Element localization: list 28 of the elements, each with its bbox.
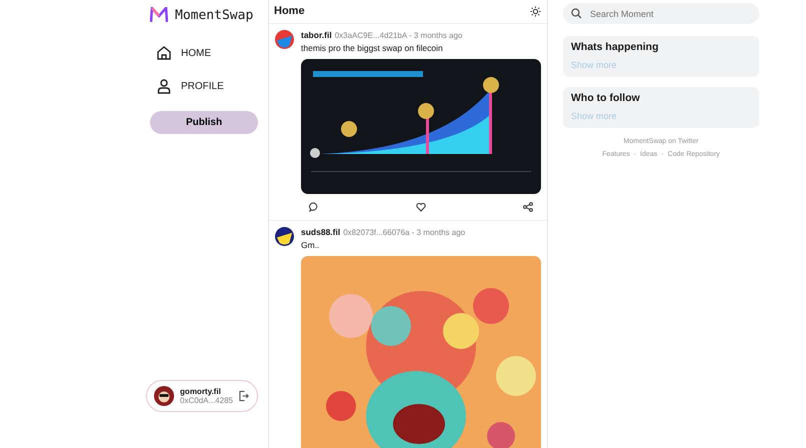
post-text: Gm.. <box>301 240 320 250</box>
comment-icon[interactable] <box>309 202 319 212</box>
post-text: themis pro the biggst swap on filecoin <box>301 43 444 53</box>
heart-icon[interactable] <box>416 202 426 212</box>
brand-name: MomentSwap <box>175 8 254 22</box>
search-field[interactable]: Search Moment <box>563 3 759 24</box>
logo-icon <box>150 7 168 23</box>
logout-icon[interactable] <box>238 390 249 402</box>
share-icon[interactable] <box>523 202 533 212</box>
account-card[interactable]: gomorty.fil 0xC0dA...4285 <box>146 380 258 412</box>
post-meta: 0x82073f...66076a - 3 months ago <box>343 228 466 237</box>
avatar-icon <box>154 385 174 407</box>
person-icon <box>156 78 172 94</box>
search-icon <box>571 8 582 19</box>
avatar-icon[interactable] <box>275 227 294 246</box>
author-name[interactable]: tabor.fil <box>301 30 332 40</box>
account-address: 0xC0dA...4285 <box>180 396 233 405</box>
panel-title: Whats happening <box>571 41 660 53</box>
sun-icon[interactable] <box>530 6 541 16</box>
account-name: gomorty.fil <box>180 387 222 396</box>
feed-title: Home <box>274 5 305 17</box>
panel-title: Who to follow <box>571 92 641 104</box>
nav-item[interactable]: PROFILE <box>150 72 258 100</box>
author-name[interactable]: suds88.fil <box>301 227 340 237</box>
publish-button[interactable]: Publish <box>150 111 258 134</box>
post-meta: 0x3aAC9E...4d21bA - 3 months ago <box>334 31 462 40</box>
home-icon <box>156 45 172 61</box>
nav-item[interactable]: HOME <box>150 39 258 67</box>
